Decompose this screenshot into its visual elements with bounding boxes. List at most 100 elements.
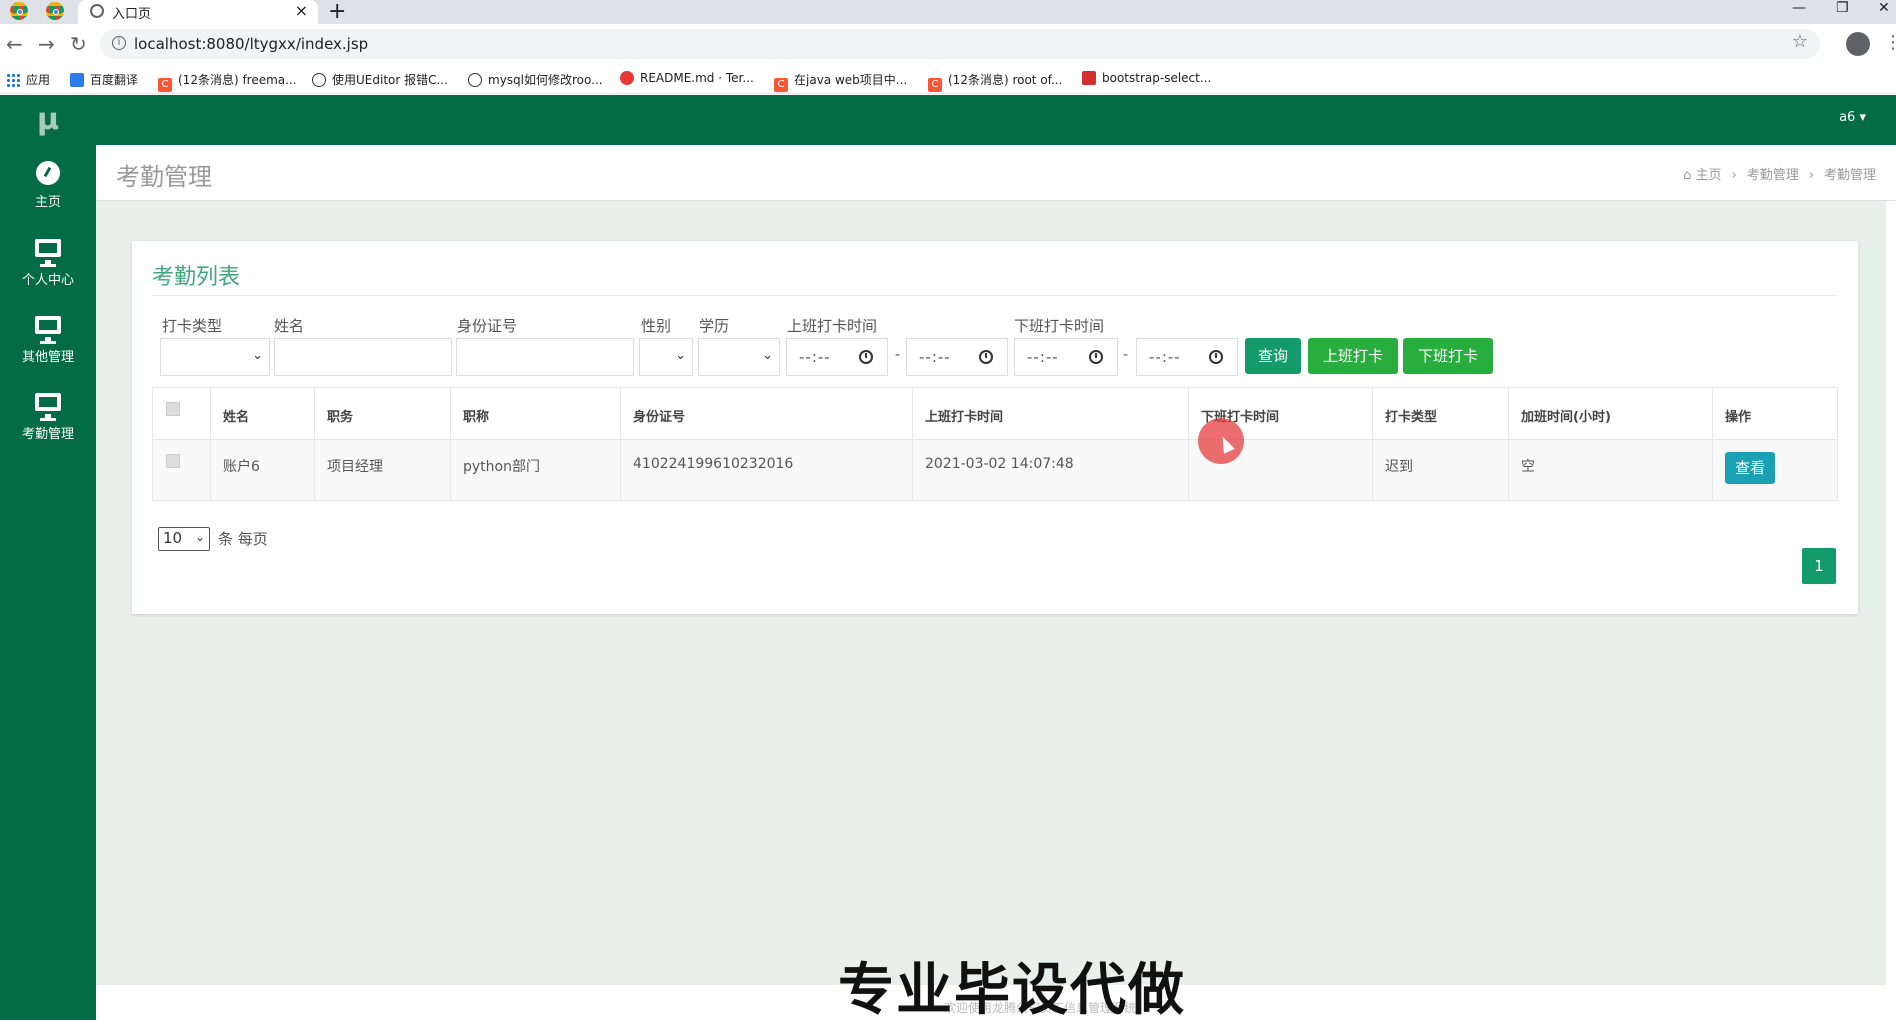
name-input[interactable]: [274, 338, 452, 376]
breadcrumb-home[interactable]: 主页: [1696, 168, 1722, 183]
breadcrumb-current: 考勤管理: [1823, 168, 1876, 183]
chrome-tab-icon[interactable]: [46, 2, 64, 20]
checkin-button[interactable]: 上班打卡: [1308, 338, 1398, 374]
sidebar-item-label: 考勤管理: [21, 427, 74, 442]
bookmark-apps[interactable]: 应用: [6, 71, 50, 88]
yuque-icon: [468, 73, 482, 87]
bookmark-item[interactable]: C (12条消息) freema...: [158, 71, 297, 92]
punch-type-label: 打卡类型: [162, 317, 223, 335]
table-header-row: 姓名 职务 职称 身份证号 上班打卡时间 下班打卡时间 打卡类型 加班时间(小时…: [153, 388, 1837, 440]
bookmark-item[interactable]: mysql如何修改roo...: [468, 71, 603, 88]
chevron-right-icon: ›: [1731, 168, 1737, 183]
user-menu[interactable]: a6 ▾: [1839, 110, 1866, 125]
sidebar: µ 主页 个人中心 其他管理 考勤管理: [0, 95, 96, 1020]
profile-avatar-icon[interactable]: [1846, 32, 1870, 56]
chevron-down-icon: ⌄: [252, 348, 263, 363]
range-separator: -: [1123, 347, 1129, 363]
column-header[interactable]: 打卡类型: [1373, 388, 1509, 439]
sidebar-item-label: 其他管理: [21, 350, 74, 365]
clock-icon: [1089, 350, 1103, 364]
csdn-icon: C: [928, 78, 942, 92]
address-bar-row: ← → ↻ i localhost:8080/ltygxx/index.jsp …: [0, 24, 1896, 64]
checkout-time-start-input[interactable]: --:--: [1014, 338, 1118, 376]
gender-select[interactable]: ⌄: [639, 338, 693, 376]
url-text: localhost:8080/ltygxx/index.jsp: [134, 35, 369, 53]
checkout-time-label: 下班打卡时间: [1014, 317, 1105, 335]
url-input[interactable]: i localhost:8080/ltygxx/index.jsp ☆: [100, 29, 1820, 59]
monitor-icon: [35, 393, 61, 421]
view-button[interactable]: 查看: [1725, 452, 1775, 484]
select-all-cell: [153, 388, 211, 439]
minimize-icon[interactable]: —: [1792, 0, 1806, 16]
chrome-tab-icon[interactable]: [10, 2, 28, 20]
bookmark-item[interactable]: README.md · Ter...: [620, 71, 754, 85]
column-header[interactable]: 职务: [315, 388, 451, 439]
checkin-time-end-input[interactable]: --:--: [906, 338, 1008, 376]
bookmarks-bar: 应用 百度翻译 C (12条消息) freema... 使用UEditor 报错C…: [0, 64, 1896, 94]
bookmark-item[interactable]: 使用UEditor 报错C...: [312, 71, 448, 88]
clock-icon: [1209, 350, 1223, 364]
table-row: 账户6 项目经理 python部门 410224199610232016 202…: [153, 440, 1837, 500]
bookmark-item[interactable]: 百度翻译: [70, 71, 138, 88]
chevron-down-icon: ⌄: [675, 348, 686, 363]
sidebar-item-other-management[interactable]: 其他管理: [0, 302, 96, 378]
column-header[interactable]: 姓名: [211, 388, 315, 439]
monitor-icon: [35, 239, 61, 267]
attendance-panel: 考勤列表 打卡类型 ⌄ 姓名 身份证号 性别 ⌄ 学历 ⌄ 上班打卡时间 --:…: [132, 241, 1858, 614]
bookmark-item[interactable]: C (12条消息) root of...: [928, 71, 1062, 92]
id-number-input[interactable]: [456, 338, 634, 376]
search-button[interactable]: 查询: [1245, 338, 1301, 374]
attendance-table: 姓名 职务 职称 身份证号 上班打卡时间 下班打卡时间 打卡类型 加班时间(小时…: [152, 387, 1838, 501]
select-all-checkbox[interactable]: [166, 402, 180, 416]
checkout-button[interactable]: 下班打卡: [1403, 338, 1493, 374]
sidebar-item-label: 主页: [34, 195, 61, 210]
checkin-time-label: 上班打卡时间: [787, 317, 878, 335]
more-options-icon[interactable]: ⋮: [1884, 32, 1896, 53]
clock-icon: [859, 350, 873, 364]
forward-icon[interactable]: →: [38, 32, 55, 56]
app-logo[interactable]: µ: [0, 95, 96, 145]
chevron-down-icon: ⌄: [762, 348, 773, 363]
row-checkbox[interactable]: [166, 454, 180, 468]
info-icon[interactable]: i: [112, 36, 126, 50]
checkout-time-end-input[interactable]: --:--: [1136, 338, 1238, 376]
sidebar-item-personal-center[interactable]: 个人中心: [0, 225, 96, 301]
restore-icon[interactable]: ❐: [1836, 0, 1849, 16]
close-tab-icon[interactable]: ×: [295, 1, 308, 20]
cell-name: 账户6: [211, 440, 315, 500]
column-header[interactable]: 职称: [451, 388, 621, 439]
reload-icon[interactable]: ↻: [70, 32, 87, 56]
browser-tab-active[interactable]: 入口页 ×: [78, 0, 318, 24]
page-size-select[interactable]: 10 ⌄: [158, 527, 210, 551]
cell-punch-type: 迟到: [1373, 440, 1509, 500]
cell-actions: 查看: [1713, 440, 1837, 500]
sidebar-item-label: 个人中心: [21, 273, 74, 288]
column-header[interactable]: 上班打卡时间: [913, 388, 1189, 439]
checkin-time-start-input[interactable]: --:--: [786, 338, 888, 376]
chevron-right-icon: ›: [1808, 168, 1814, 183]
name-label: 姓名: [274, 317, 305, 335]
watermark-text: 专业毕设代做: [838, 958, 1186, 1020]
sidebar-item-home[interactable]: 主页: [0, 147, 96, 223]
education-select[interactable]: ⌄: [698, 338, 780, 376]
new-tab-button[interactable]: +: [328, 0, 346, 24]
pagination-page-1[interactable]: 1: [1802, 548, 1836, 584]
sidebar-item-attendance-management[interactable]: 考勤管理: [0, 379, 96, 455]
content-area: 考勤列表 打卡类型 ⌄ 姓名 身份证号 性别 ⌄ 学历 ⌄ 上班打卡时间 --:…: [96, 201, 1886, 985]
cell-checkin-time: 2021-03-02 14:07:48: [913, 440, 1189, 500]
panel-title: 考勤列表: [152, 265, 241, 290]
home-icon: ⌂: [1683, 168, 1696, 183]
apps-grid-icon: [6, 73, 20, 87]
punch-type-select[interactable]: ⌄: [160, 338, 270, 376]
content-header: 考勤管理 ⌂ 主页 › 考勤管理 › 考勤管理: [96, 145, 1896, 201]
column-header[interactable]: 加班时间(小时): [1509, 388, 1713, 439]
browser-tab-bar: 入口页 × + — ❐ ✕: [0, 0, 1896, 24]
bookmark-item[interactable]: bootstrap-select...: [1082, 71, 1211, 85]
close-window-icon[interactable]: ✕: [1878, 0, 1890, 16]
back-icon[interactable]: ←: [6, 32, 23, 56]
per-page-label: 条 每页: [218, 530, 268, 548]
bookmark-star-icon[interactable]: ☆: [1792, 31, 1808, 52]
bookmark-item[interactable]: C 在java web项目中...: [774, 71, 907, 92]
column-header[interactable]: 身份证号: [621, 388, 913, 439]
breadcrumb-item[interactable]: 考勤管理: [1747, 168, 1799, 183]
